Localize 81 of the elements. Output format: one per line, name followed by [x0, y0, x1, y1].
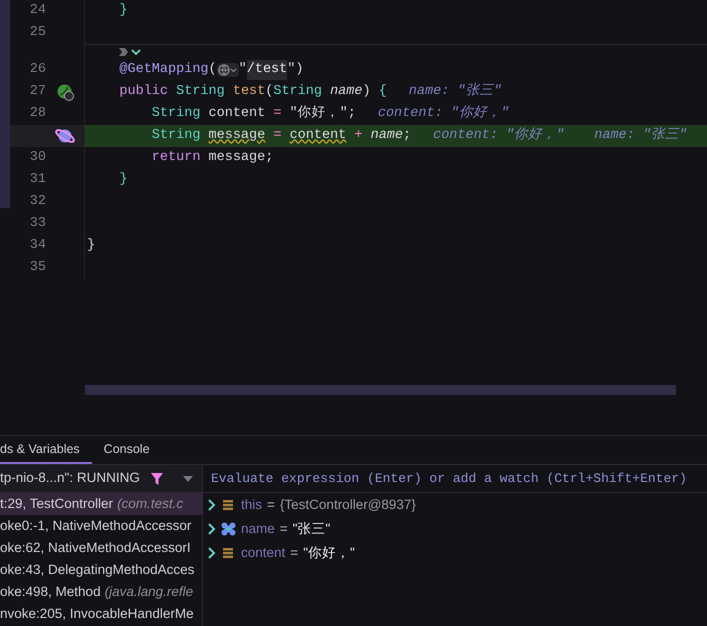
- dropdown-arrow-icon[interactable]: [182, 476, 193, 482]
- planet-breakpoint-icon[interactable]: [54, 126, 76, 146]
- line-number: 25: [30, 24, 46, 40]
- field-icon: [222, 499, 234, 511]
- variable-name: this: [241, 496, 262, 514]
- code-token: message: [208, 126, 266, 145]
- code-token: content: [290, 126, 346, 145]
- code-token: (: [208, 60, 217, 79]
- frame-label: oke:62, NativeMethodAccessorI: [0, 538, 191, 557]
- code-token: ;: [403, 126, 412, 145]
- equals-sign: =: [290, 544, 298, 562]
- frame-label: oke:43, DelegatingMethodAcces: [0, 560, 194, 579]
- equals-sign: =: [267, 496, 275, 514]
- thread-name: tp-nio-8...n": RUNNING: [0, 469, 140, 488]
- code-token: name: [330, 82, 362, 101]
- inline-value-hint: content: "你好，": [378, 104, 509, 123]
- field-icon: [222, 547, 234, 559]
- line-number: 31: [30, 172, 46, 187]
- stack-frame[interactable]: oke0:-1, NativeMethodAccessor: [0, 515, 202, 537]
- frame-package: (java.lang.refle: [104, 582, 194, 601]
- inline-value-hint: name: "张三": [408, 82, 502, 101]
- globe-dropdown-icon[interactable]: [216, 63, 239, 77]
- code-token: "你好，";: [290, 104, 356, 123]
- stack-frame[interactable]: oke:498, Method (java.lang.refle: [0, 581, 202, 603]
- code-token: return: [150, 148, 202, 167]
- frame-label: oke0:-1, NativeMethodAccessor: [0, 516, 192, 535]
- line-number: 33: [30, 216, 46, 231]
- stack-frame[interactable]: nvoke:205, InvocableHandlerMe: [0, 603, 202, 625]
- parameter-icon: [220, 522, 236, 536]
- evaluate-expression-field[interactable]: Evaluate expression (Enter) or add a watch (Ctrl+Shift+Enter): [211, 468, 699, 488]
- frame-label: t:29, TestController: [0, 494, 114, 513]
- stack-frame[interactable]: t:29, TestController (com.test.c: [0, 493, 202, 515]
- variable-value: "张三": [292, 520, 330, 538]
- line-number: 34: [30, 238, 46, 253]
- code-token: @GetMapping: [118, 60, 209, 79]
- variable-value: "你好，": [303, 544, 355, 562]
- code-token: }: [118, 170, 128, 189]
- code-token: name: [370, 126, 403, 145]
- inline-value-hint: content: "你好，": [433, 126, 564, 145]
- equals-sign: =: [280, 520, 288, 538]
- code-token: public: [118, 82, 170, 101]
- bean-globe-icon[interactable]: [56, 84, 74, 100]
- panel-tab[interactable]: Console: [92, 436, 162, 464]
- stack-frame[interactable]: oke:62, NativeMethodAccessorI: [0, 537, 202, 559]
- frame-package: (com.test.c: [117, 494, 184, 513]
- variable-name: content: [241, 544, 286, 562]
- variable-value: {TestController@8937}: [280, 496, 416, 514]
- inline-value-hint: name: "张三": [594, 126, 688, 145]
- line-number: 30: [30, 150, 46, 165]
- line-number: 26: [30, 62, 46, 77]
- stack-frame[interactable]: oke:43, DelegatingMethodAcces: [0, 559, 202, 581]
- horizontal-scrollbar[interactable]: [85, 385, 676, 395]
- code-token: (: [265, 82, 274, 101]
- code-token: test: [232, 82, 266, 101]
- code-token: }: [118, 2, 128, 20]
- code-token: String: [273, 82, 323, 101]
- code-token: content: [208, 104, 266, 123]
- code-token: String: [150, 126, 202, 145]
- frame-label: nvoke:205, InvocableHandlerMe: [0, 604, 194, 623]
- code-token: =: [272, 126, 282, 145]
- thread-selector[interactable]: tp-nio-8...n": RUNNING: [0, 465, 202, 493]
- filter-icon[interactable]: [150, 472, 164, 486]
- line-number: 24: [30, 2, 46, 18]
- variable-name: name: [241, 520, 275, 538]
- chevron-down-icon[interactable]: [131, 48, 141, 56]
- code-token: message;: [208, 148, 274, 167]
- frame-label: oke:498, Method: [0, 582, 101, 601]
- code-token: {: [378, 82, 387, 101]
- code-token: String: [176, 82, 226, 101]
- code-token: =: [273, 104, 282, 123]
- code-token: String: [150, 104, 202, 123]
- line-number: 27: [30, 84, 46, 99]
- code-token: ": [238, 60, 247, 79]
- code-token: ): [362, 82, 372, 101]
- line-number: 32: [30, 194, 46, 209]
- line-number: 35: [30, 260, 46, 275]
- line-number: 28: [30, 106, 46, 121]
- code-token: +: [353, 126, 364, 145]
- code-token: "): [287, 60, 304, 79]
- code-token: /test: [246, 60, 288, 80]
- code-token: }: [87, 236, 96, 255]
